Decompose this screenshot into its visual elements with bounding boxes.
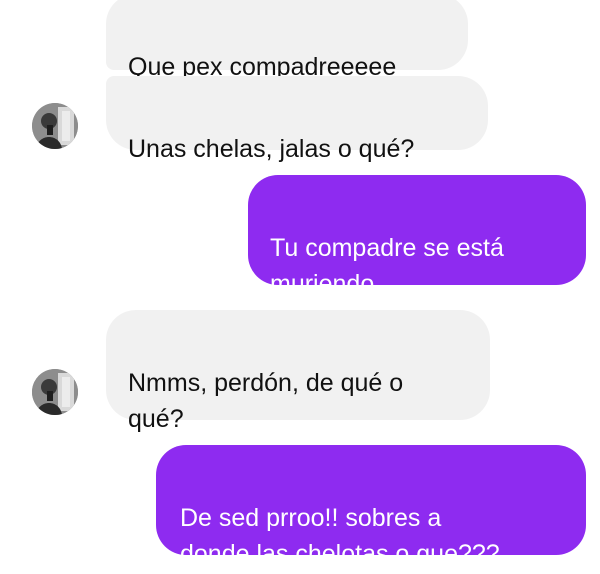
contact-photo-icon — [32, 369, 78, 415]
message-bubble-outgoing[interactable]: De sed prroo!! sobres a donde las chelot… — [156, 445, 586, 568]
message-text: Unas chelas, jalas o qué? — [128, 135, 415, 163]
contact-avatar[interactable] — [32, 103, 78, 149]
message-text: Tu compadre se está muriendo... — [270, 234, 504, 298]
contact-avatar[interactable] — [32, 369, 78, 415]
message-text: Nmms, perdón, de qué o qué? — [128, 369, 404, 433]
message-bubble-incoming[interactable]: Nmms, perdón, de qué o qué? — [106, 310, 490, 433]
chat-thread: Que pex compadreeeee Unas chelas, jalas … — [0, 0, 600, 574]
message-bubble-outgoing[interactable]: Tu compadre se está muriendo... — [248, 175, 586, 298]
message-bubble-incoming[interactable]: Que pex compadreeeee — [106, 0, 468, 81]
message-text: De sed prroo!! sobres a donde las chelot… — [180, 504, 500, 568]
message-bubble-incoming[interactable]: Unas chelas, jalas o qué? — [106, 76, 488, 163]
contact-photo-icon — [32, 103, 78, 149]
